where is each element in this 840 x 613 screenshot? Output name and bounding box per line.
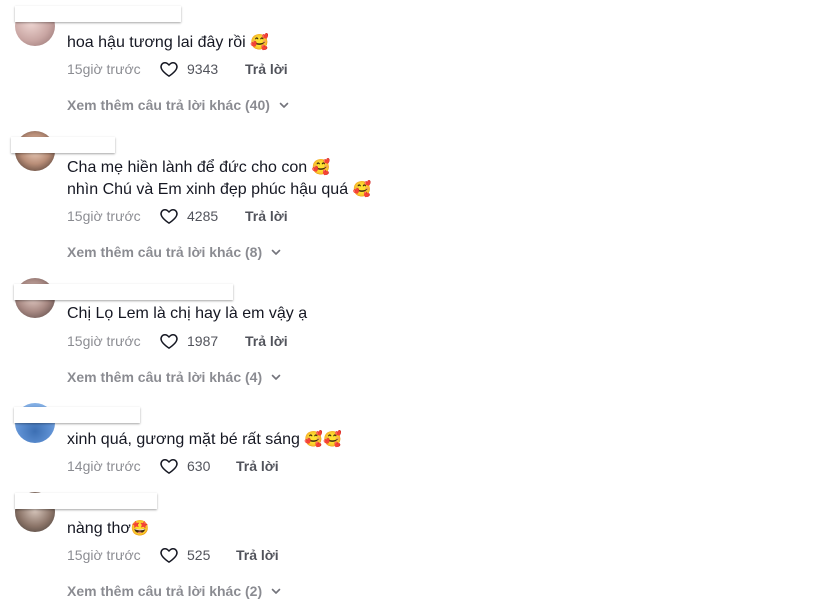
- view-more-replies-label: Xem thêm câu trả lời khác (2): [67, 583, 263, 599]
- view-more-replies-label: Xem thêm câu trả lời khác (4): [67, 369, 263, 385]
- comment-text-line: Cha mẹ hiền lành để đức cho con: [67, 159, 308, 176]
- comment-text: nàng thơ🤩: [67, 517, 150, 540]
- comment-text: hoa hậu tương lai đây rồi 🥰: [67, 31, 269, 54]
- comment-text-line: hoa hậu tương lai đây rồi: [67, 34, 246, 51]
- reply-button[interactable]: Trả lời: [245, 61, 288, 77]
- star-struck-emoji: 🤩: [130, 519, 150, 537]
- reply-button[interactable]: Trả lời: [245, 333, 288, 349]
- view-more-replies-label: Xem thêm câu trả lời khác (40): [67, 97, 270, 113]
- like-button[interactable]: 4285: [159, 206, 218, 226]
- like-count: 4285: [187, 208, 219, 224]
- comment-text-line: Chị Lọ Lem là chị hay là em vậy ạ: [67, 305, 308, 322]
- comment-text-line: nhìn Chú và Em xinh đẹp phúc hậu quá: [67, 181, 349, 198]
- reply-button[interactable]: Trả lời: [245, 208, 288, 224]
- smiling-face-with-hearts-emoji: 🥰: [250, 33, 269, 51]
- smiling-face-with-hearts-emoji: 🥰🥰: [304, 430, 342, 448]
- view-more-replies-label: Xem thêm câu trả lời khác (8): [67, 244, 263, 260]
- comment-text: nhìn Chú và Em xinh đẹp phúc hậu quá 🥰: [67, 178, 371, 201]
- reply-button[interactable]: Trả lời: [236, 547, 279, 563]
- redaction-mask: [14, 284, 233, 300]
- like-count: 525: [187, 547, 211, 563]
- heart-outline-icon: [160, 459, 178, 474]
- like-count: 1987: [187, 333, 219, 349]
- comment-time: 14giờ trước: [67, 458, 141, 474]
- like-count: 9343: [187, 61, 219, 77]
- comment-text-line: nàng thơ: [67, 520, 131, 537]
- heart-outline-icon: [160, 548, 178, 563]
- like-count: 630: [187, 458, 211, 474]
- comment-time: 15giờ trước: [67, 61, 141, 77]
- chevron-down-icon: [279, 102, 289, 108]
- comment-time: 15giờ trước: [67, 333, 141, 349]
- comment-text: Chị Lọ Lem là chị hay là em vậy ạ: [67, 303, 307, 325]
- comment-meta: 14giờ trước 630: [67, 456, 210, 476]
- comment-time: 15giờ trước: [67, 208, 141, 224]
- comment-meta: 15giờ trước 1987: [67, 331, 218, 351]
- view-more-replies-button[interactable]: Xem thêm câu trả lời khác (2): [67, 583, 282, 599]
- view-more-replies-button[interactable]: Xem thêm câu trả lời khác (4): [67, 369, 282, 385]
- redaction-mask: [15, 6, 181, 22]
- redaction-mask: [15, 493, 157, 509]
- smiling-face-with-hearts-emoji: 🥰: [352, 180, 372, 198]
- chevron-down-icon: [271, 249, 281, 255]
- like-button[interactable]: 9343: [159, 59, 218, 79]
- chevron-down-icon: [271, 374, 281, 380]
- comment-text: xinh quá, gương mặt bé rất sáng 🥰🥰: [67, 428, 342, 451]
- like-button[interactable]: 525: [159, 545, 210, 565]
- like-button[interactable]: 1987: [159, 331, 218, 351]
- comment-meta: 15giờ trước 9343: [67, 59, 218, 79]
- reply-button[interactable]: Trả lời: [236, 458, 279, 474]
- comment-text-line: xinh quá, gương mặt bé rất sáng: [67, 431, 300, 448]
- comment-meta: 15giờ trước 525: [67, 545, 210, 565]
- view-more-replies-button[interactable]: Xem thêm câu trả lời khác (40): [67, 97, 290, 113]
- chevron-down-icon: [271, 588, 281, 594]
- redaction-mask: [14, 407, 140, 423]
- comment-time: 15giờ trước: [67, 547, 141, 563]
- heart-outline-icon: [160, 334, 178, 349]
- redaction-mask: [11, 137, 115, 153]
- heart-outline-icon: [160, 62, 178, 77]
- smiling-face-with-hearts-emoji: 🥰: [311, 158, 331, 176]
- comment-text: Cha mẹ hiền lành để đức cho con 🥰: [67, 156, 330, 179]
- like-button[interactable]: 630: [159, 456, 210, 476]
- comment-meta: 15giờ trước 4285: [67, 206, 218, 226]
- heart-outline-icon: [160, 209, 178, 224]
- view-more-replies-button[interactable]: Xem thêm câu trả lời khác (8): [67, 244, 282, 260]
